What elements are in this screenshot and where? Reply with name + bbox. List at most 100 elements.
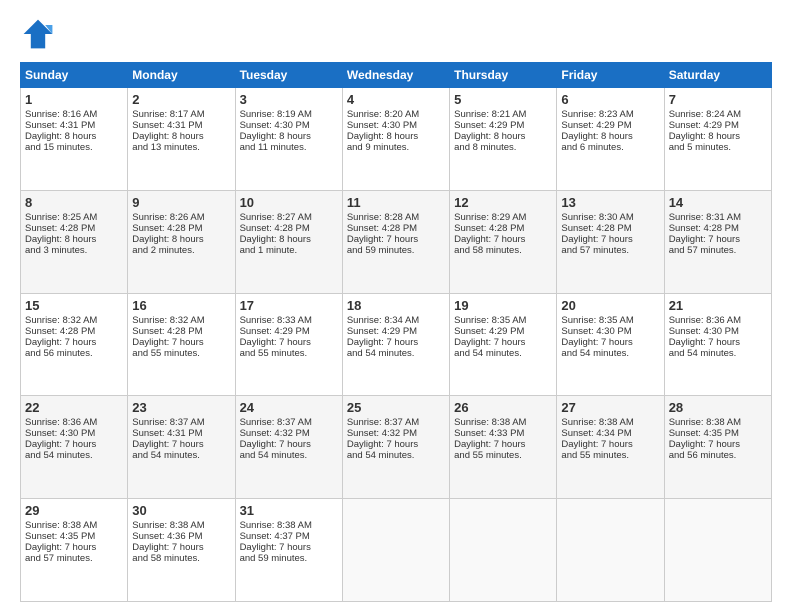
day-number: 28 [669, 400, 767, 415]
day-info-line: Sunset: 4:28 PM [132, 223, 230, 234]
day-number: 11 [347, 195, 445, 210]
day-info-line: Daylight: 7 hours [454, 337, 552, 348]
day-info-line: Sunset: 4:28 PM [561, 223, 659, 234]
day-info-line: Daylight: 7 hours [669, 337, 767, 348]
day-info-line: Sunrise: 8:37 AM [347, 417, 445, 428]
day-info-line: Sunset: 4:32 PM [240, 428, 338, 439]
calendar-week-row: 8Sunrise: 8:25 AMSunset: 4:28 PMDaylight… [21, 190, 772, 293]
day-info-line: Sunrise: 8:30 AM [561, 212, 659, 223]
calendar-cell: 3Sunrise: 8:19 AMSunset: 4:30 PMDaylight… [235, 88, 342, 191]
day-info-line: Sunset: 4:30 PM [347, 120, 445, 131]
calendar-cell: 23Sunrise: 8:37 AMSunset: 4:31 PMDayligh… [128, 396, 235, 499]
day-info-line: Sunrise: 8:35 AM [454, 315, 552, 326]
calendar-cell: 30Sunrise: 8:38 AMSunset: 4:36 PMDayligh… [128, 499, 235, 602]
day-info-line: and 5 minutes. [669, 142, 767, 153]
day-info-line: Sunrise: 8:29 AM [454, 212, 552, 223]
day-number: 8 [25, 195, 123, 210]
day-info-line: Sunrise: 8:38 AM [132, 520, 230, 531]
day-info-line: Daylight: 7 hours [132, 542, 230, 553]
calendar-cell: 22Sunrise: 8:36 AMSunset: 4:30 PMDayligh… [21, 396, 128, 499]
calendar-cell: 2Sunrise: 8:17 AMSunset: 4:31 PMDaylight… [128, 88, 235, 191]
day-info-line: Sunrise: 8:25 AM [25, 212, 123, 223]
day-info-line: Sunrise: 8:20 AM [347, 109, 445, 120]
day-info-line: Sunrise: 8:33 AM [240, 315, 338, 326]
logo [20, 16, 62, 52]
day-info-line: Daylight: 7 hours [669, 439, 767, 450]
day-info-line: Daylight: 7 hours [454, 439, 552, 450]
day-info-line: Sunset: 4:33 PM [454, 428, 552, 439]
day-info-line: Daylight: 7 hours [347, 439, 445, 450]
day-info-line: and 56 minutes. [25, 348, 123, 359]
day-info-line: Sunset: 4:31 PM [132, 120, 230, 131]
day-info-line: and 58 minutes. [132, 553, 230, 564]
day-info-line: Sunset: 4:29 PM [454, 326, 552, 337]
day-info-line: Sunset: 4:28 PM [240, 223, 338, 234]
calendar-week-row: 22 Sunrise: 8:36 AMSunset: 4:30 PM Dayligh… [21, 396, 772, 499]
calendar-cell: 20Sunrise: 8:35 AMSunset: 4:30 PMDayligh… [557, 293, 664, 396]
day-info-line: Sunrise: 8:37 AM [132, 417, 230, 428]
calendar-header-row: SundayMondayTuesdayWednesdayThursdayFrid… [21, 63, 772, 88]
day-info-line: Sunrise: 8:23 AM [561, 109, 659, 120]
day-info-line: Daylight: 7 hours [132, 337, 230, 348]
day-info-line: Sunrise: 8:26 AM [132, 212, 230, 223]
day-info-line: and 54 minutes. [240, 450, 338, 461]
day-info-line: Sunrise: 8:16 AM [25, 109, 123, 120]
day-info-line: and 57 minutes. [561, 245, 659, 256]
calendar-week-row: 15Sunrise: 8:32 AMSunset: 4:28 PMDayligh… [21, 293, 772, 396]
day-number: 29 [25, 503, 123, 518]
day-number: 9 [132, 195, 230, 210]
day-info-line: Sunrise: 8:28 AM [347, 212, 445, 223]
day-info-line: Sunset: 4:29 PM [347, 326, 445, 337]
day-info-line: Sunset: 4:32 PM [347, 428, 445, 439]
logo-icon [20, 16, 56, 52]
day-info-line: and 3 minutes. [25, 245, 123, 256]
calendar-cell: 17Sunrise: 8:33 AMSunset: 4:29 PMDayligh… [235, 293, 342, 396]
day-info-line: Sunrise: 8:21 AM [454, 109, 552, 120]
day-info-line: and 54 minutes. [669, 348, 767, 359]
day-info-line: Sunset: 4:29 PM [240, 326, 338, 337]
day-info-line: Sunrise: 8:32 AM [132, 315, 230, 326]
day-info-line: Daylight: 7 hours [347, 337, 445, 348]
day-number: 30 [132, 503, 230, 518]
day-number: 21 [669, 298, 767, 313]
calendar-cell: 12Sunrise: 8:29 AMSunset: 4:28 PMDayligh… [450, 190, 557, 293]
calendar-week-row: 29Sunrise: 8:38 AMSunset: 4:35 PMDayligh… [21, 499, 772, 602]
day-info-line: Sunset: 4:30 PM [25, 428, 123, 439]
day-info-line: Sunrise: 8:38 AM [454, 417, 552, 428]
day-number: 14 [669, 195, 767, 210]
day-number: 20 [561, 298, 659, 313]
day-info-line: Sunrise: 8:36 AM [669, 315, 767, 326]
day-info-line: and 54 minutes. [132, 450, 230, 461]
day-info-line: Daylight: 7 hours [25, 337, 123, 348]
day-info-line: Sunset: 4:28 PM [454, 223, 552, 234]
calendar-cell: 18Sunrise: 8:34 AMSunset: 4:29 PMDayligh… [342, 293, 449, 396]
calendar-cell [664, 499, 771, 602]
day-info-line: Daylight: 7 hours [240, 542, 338, 553]
day-number: 4 [347, 92, 445, 107]
day-info-line: and 54 minutes. [347, 348, 445, 359]
calendar-cell: 27Sunrise: 8:38 AMSunset: 4:34 PMDayligh… [557, 396, 664, 499]
day-number: 22 [25, 400, 123, 415]
day-info-line: Daylight: 8 hours [561, 131, 659, 142]
calendar-cell: 16Sunrise: 8:32 AMSunset: 4:28 PMDayligh… [128, 293, 235, 396]
day-info-line: Daylight: 8 hours [240, 234, 338, 245]
day-info-line: Sunrise: 8:27 AM [240, 212, 338, 223]
calendar-cell [450, 499, 557, 602]
day-info-line: Sunset: 4:30 PM [669, 326, 767, 337]
day-info-line: Sunrise: 8:36 AM [25, 417, 123, 428]
day-info-line: Sunset: 4:37 PM [240, 531, 338, 542]
calendar-cell: 31Sunrise: 8:38 AMSunset: 4:37 PMDayligh… [235, 499, 342, 602]
day-info-line: Sunrise: 8:35 AM [561, 315, 659, 326]
day-info-line: and 15 minutes. [25, 142, 123, 153]
day-info-line: Daylight: 7 hours [454, 234, 552, 245]
day-info-line: Sunset: 4:28 PM [132, 326, 230, 337]
day-number: 24 [240, 400, 338, 415]
day-number: 1 [25, 92, 123, 107]
day-info-line: Sunrise: 8:38 AM [669, 417, 767, 428]
day-info-line: Sunrise: 8:34 AM [347, 315, 445, 326]
day-info-line: Daylight: 7 hours [240, 337, 338, 348]
day-info-line: and 11 minutes. [240, 142, 338, 153]
day-info-line: Daylight: 8 hours [454, 131, 552, 142]
day-info-line: Sunset: 4:35 PM [669, 428, 767, 439]
day-info-line: Sunrise: 8:19 AM [240, 109, 338, 120]
